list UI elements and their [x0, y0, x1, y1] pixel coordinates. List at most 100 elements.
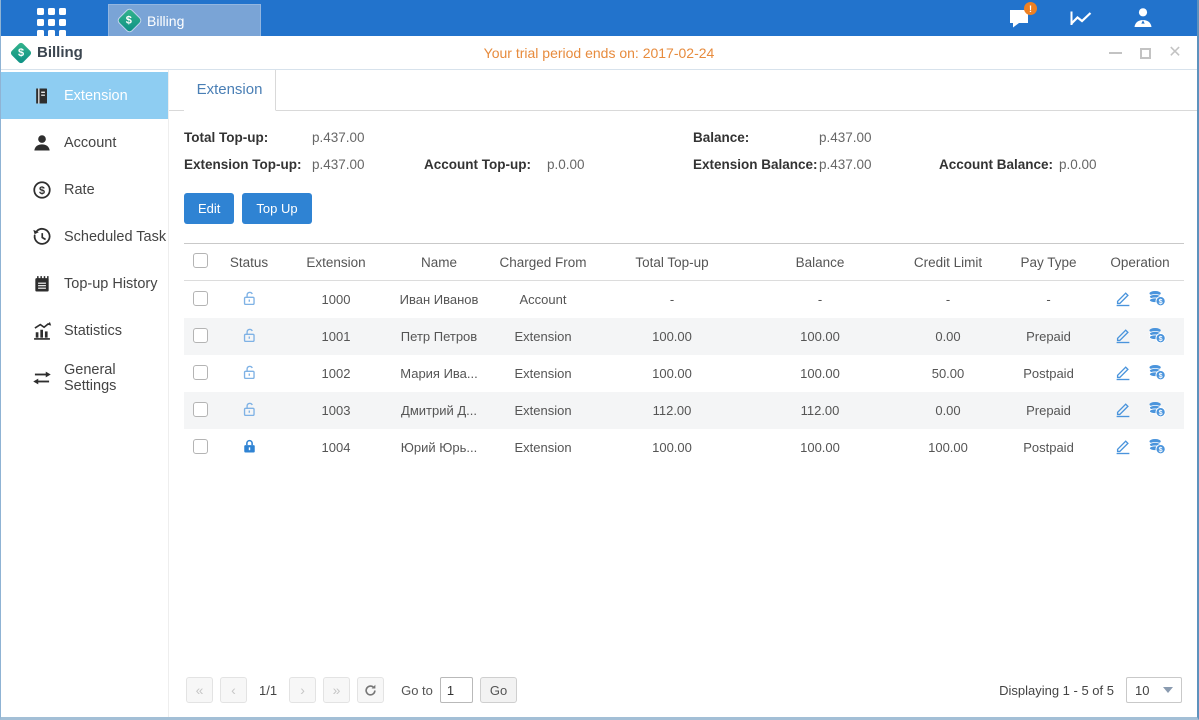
billing-app-tab[interactable]: $ Billing — [108, 4, 261, 36]
charged-from-cell: Extension — [487, 429, 599, 466]
prev-page-button[interactable]: ‹ — [220, 677, 247, 703]
column-header: Charged From — [487, 244, 599, 281]
charged-from-cell: Extension — [487, 355, 599, 392]
sidebar-item-extension[interactable]: Extension — [1, 72, 168, 119]
minimize-icon[interactable] — [1107, 45, 1123, 61]
next-page-button[interactable]: › — [289, 677, 316, 703]
page-size-select[interactable]: 10 — [1126, 677, 1182, 703]
edit-icon[interactable] — [1114, 437, 1132, 455]
total-topup-cell: 100.00 — [599, 318, 745, 355]
extension-cell: 1003 — [281, 392, 391, 429]
account-balance-label: Account Balance: — [939, 157, 1059, 172]
rate-icon: $ — [32, 180, 52, 200]
sidebar-item-general-settings[interactable]: General Settings — [1, 354, 168, 401]
name-cell: Юрий Юрь... — [391, 429, 487, 466]
svg-text:$: $ — [1159, 409, 1163, 417]
top-up-button[interactable]: Top Up — [242, 193, 311, 224]
operation-cell: $ — [1096, 392, 1184, 429]
table-row: 1003Дмитрий Д...Extension112.00112.000.0… — [184, 392, 1184, 429]
balance-value: p.437.00 — [819, 130, 939, 145]
topup-icon[interactable]: $ — [1148, 363, 1166, 381]
last-page-button[interactable]: » — [323, 677, 350, 703]
extension-balance-label: Extension Balance: — [693, 157, 819, 172]
notification-badge: ! — [1024, 2, 1037, 15]
balance-cell: 100.00 — [745, 429, 895, 466]
sidebar-item-rate[interactable]: $ Rate — [1, 166, 168, 213]
sidebar: Extension Account $ Rate Scheduled Task Top-u… — [1, 70, 169, 717]
edit-icon[interactable] — [1114, 363, 1132, 381]
edit-icon[interactable] — [1114, 400, 1132, 418]
operation-cell: $ — [1096, 281, 1184, 319]
pagination-bar: « ‹ 1/1 › » Go to Go Displaying 1 - 5 of… — [184, 669, 1184, 717]
operation-cell: $ — [1096, 318, 1184, 355]
statistics-icon — [32, 321, 52, 341]
goto-label: Go to — [401, 683, 433, 698]
operation-cell: $ — [1096, 355, 1184, 392]
extension-cell: 1001 — [281, 318, 391, 355]
edit-icon[interactable] — [1114, 326, 1132, 344]
credit-limit-cell: 0.00 — [895, 392, 1001, 429]
sidebar-item-topup-history[interactable]: Top-up History — [1, 260, 168, 307]
svg-text:$: $ — [39, 184, 45, 196]
window-controls: ✕ — [1107, 36, 1183, 70]
title-left: $ Billing — [13, 44, 83, 61]
total-topup-label: Total Top-up: — [184, 130, 312, 145]
column-header: Pay Type — [1001, 244, 1096, 281]
topup-icon[interactable]: $ — [1148, 400, 1166, 418]
sidebar-item-label: Account — [64, 135, 116, 151]
column-header: Credit Limit — [895, 244, 1001, 281]
page-title: Billing — [37, 44, 83, 61]
svg-text:$: $ — [1159, 335, 1163, 343]
sidebar-item-account[interactable]: Account — [1, 119, 168, 166]
scheduled-task-icon — [32, 227, 52, 247]
credit-limit-cell: 50.00 — [895, 355, 1001, 392]
svg-text:$: $ — [1159, 372, 1163, 380]
sidebar-item-statistics[interactable]: Statistics — [1, 307, 168, 354]
tab-extension[interactable]: Extension — [184, 70, 276, 111]
extension-cell: 1004 — [281, 429, 391, 466]
row-checkbox[interactable] — [193, 402, 208, 417]
topup-icon[interactable]: $ — [1148, 289, 1166, 307]
close-icon[interactable]: ✕ — [1167, 45, 1183, 61]
first-page-button[interactable]: « — [186, 677, 213, 703]
go-button[interactable]: Go — [480, 677, 517, 703]
edit-button[interactable]: Edit — [184, 193, 234, 224]
billing-dollar-diamond-icon: $ — [10, 41, 33, 64]
select-all-checkbox[interactable] — [193, 253, 208, 268]
resource-monitor-icon[interactable] — [1067, 6, 1095, 30]
name-cell: Дмитрий Д... — [391, 392, 487, 429]
messages-icon[interactable]: ! — [1005, 6, 1033, 30]
extension-cell: 1002 — [281, 355, 391, 392]
edit-icon[interactable] — [1114, 289, 1132, 307]
row-checkbox[interactable] — [193, 365, 208, 380]
topup-icon[interactable]: $ — [1148, 326, 1166, 344]
goto-page-input[interactable] — [440, 677, 473, 703]
pay-type-cell: Prepaid — [1001, 392, 1096, 429]
user-account-icon[interactable] — [1129, 6, 1157, 30]
table-row: 1001Петр ПетровExtension100.00100.000.00… — [184, 318, 1184, 355]
extension-cell: 1000 — [281, 281, 391, 319]
total-topup-value: p.437.00 — [312, 130, 424, 145]
sidebar-item-scheduled-task[interactable]: Scheduled Task — [1, 213, 168, 260]
sidebar-item-label: Scheduled Task — [64, 229, 166, 245]
maximize-icon[interactable] — [1137, 45, 1153, 61]
lock-closed-icon — [241, 443, 258, 458]
refresh-icon[interactable] — [357, 677, 384, 703]
balance-cell: 100.00 — [745, 318, 895, 355]
topup-history-icon — [32, 274, 52, 294]
app-launcher-grid-icon[interactable] — [37, 8, 66, 36]
topbar-icons: ! — [1005, 0, 1157, 36]
row-checkbox[interactable] — [193, 291, 208, 306]
row-checkbox[interactable] — [193, 328, 208, 343]
extension-table: StatusExtensionNameCharged FromTotal Top… — [184, 243, 1184, 466]
svg-text:$: $ — [1159, 298, 1163, 306]
topup-icon[interactable]: $ — [1148, 437, 1166, 455]
sidebar-item-label: Rate — [64, 182, 95, 198]
chevron-down-icon — [1163, 687, 1173, 693]
extension-balance-value: p.437.00 — [819, 157, 939, 172]
column-header: Total Top-up — [599, 244, 745, 281]
credit-limit-cell: 0.00 — [895, 318, 1001, 355]
charged-from-cell: Extension — [487, 392, 599, 429]
row-checkbox[interactable] — [193, 439, 208, 454]
total-topup-cell: 112.00 — [599, 392, 745, 429]
